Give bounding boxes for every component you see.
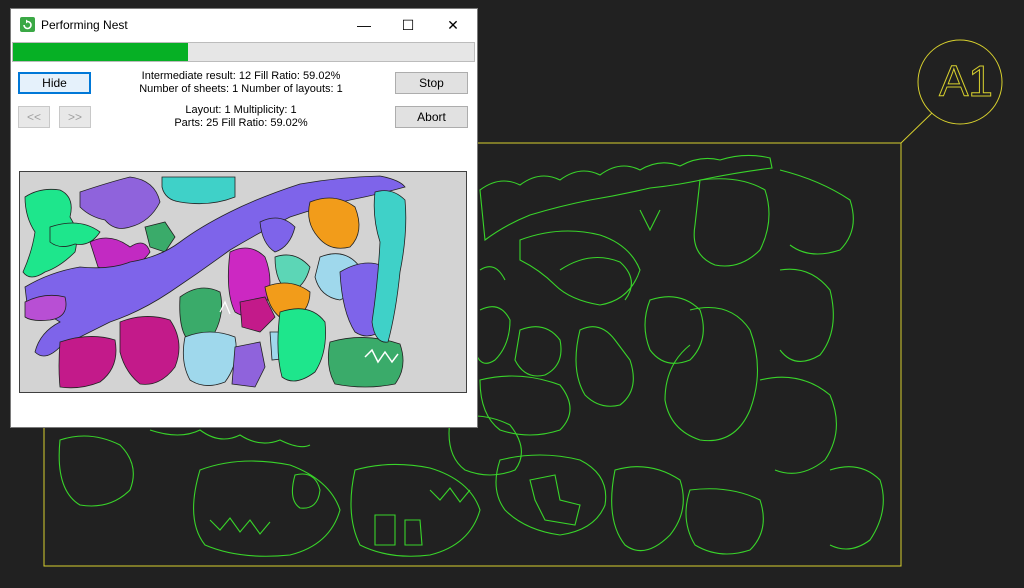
progress-fill	[13, 43, 189, 61]
app-icon	[20, 17, 35, 32]
preview-part	[231, 341, 266, 388]
next-layout-button[interactable]: >>	[59, 106, 91, 128]
title-bar[interactable]: Performing Nest — ☐ ✕	[11, 9, 477, 41]
minimize-button[interactable]: —	[342, 9, 386, 41]
preview-part	[24, 294, 67, 321]
nest-preview	[19, 171, 467, 393]
badge-leader	[900, 112, 933, 144]
preview-part	[308, 197, 360, 249]
close-button[interactable]: ✕	[431, 9, 475, 41]
nest-progress-bar	[12, 42, 475, 62]
intermediate-result-text: Intermediate result: 12 Fill Ratio: 59.0…	[141, 70, 341, 82]
window-title: Performing Nest	[41, 18, 128, 32]
abort-button[interactable]: Abort	[395, 106, 468, 128]
sheets-layouts-text: Number of sheets: 1 Number of layouts: 1	[139, 83, 343, 95]
parts-fill-ratio-text: Parts: 25 Fill Ratio: 59.02%	[174, 117, 308, 129]
stop-button[interactable]: Stop	[395, 72, 468, 94]
preview-part	[182, 331, 237, 386]
previous-layout-button[interactable]: <<	[18, 106, 50, 128]
preview-part	[144, 221, 176, 253]
preview-part	[119, 316, 180, 385]
maximize-button[interactable]: ☐	[386, 9, 430, 41]
sheet-badge-label: A1	[939, 57, 994, 107]
preview-part	[259, 217, 296, 253]
preview-part	[277, 308, 326, 382]
preview-part	[58, 336, 117, 389]
nest-preview-drawing	[22, 175, 407, 389]
preview-part	[79, 176, 161, 229]
layout-multiplicity-text: Layout: 1 Multiplicity: 1	[185, 104, 297, 116]
preview-part	[161, 176, 236, 205]
performing-nest-dialog: Performing Nest — ☐ ✕ Hide << >> Interme…	[10, 8, 478, 428]
hide-button[interactable]: Hide	[18, 72, 91, 94]
